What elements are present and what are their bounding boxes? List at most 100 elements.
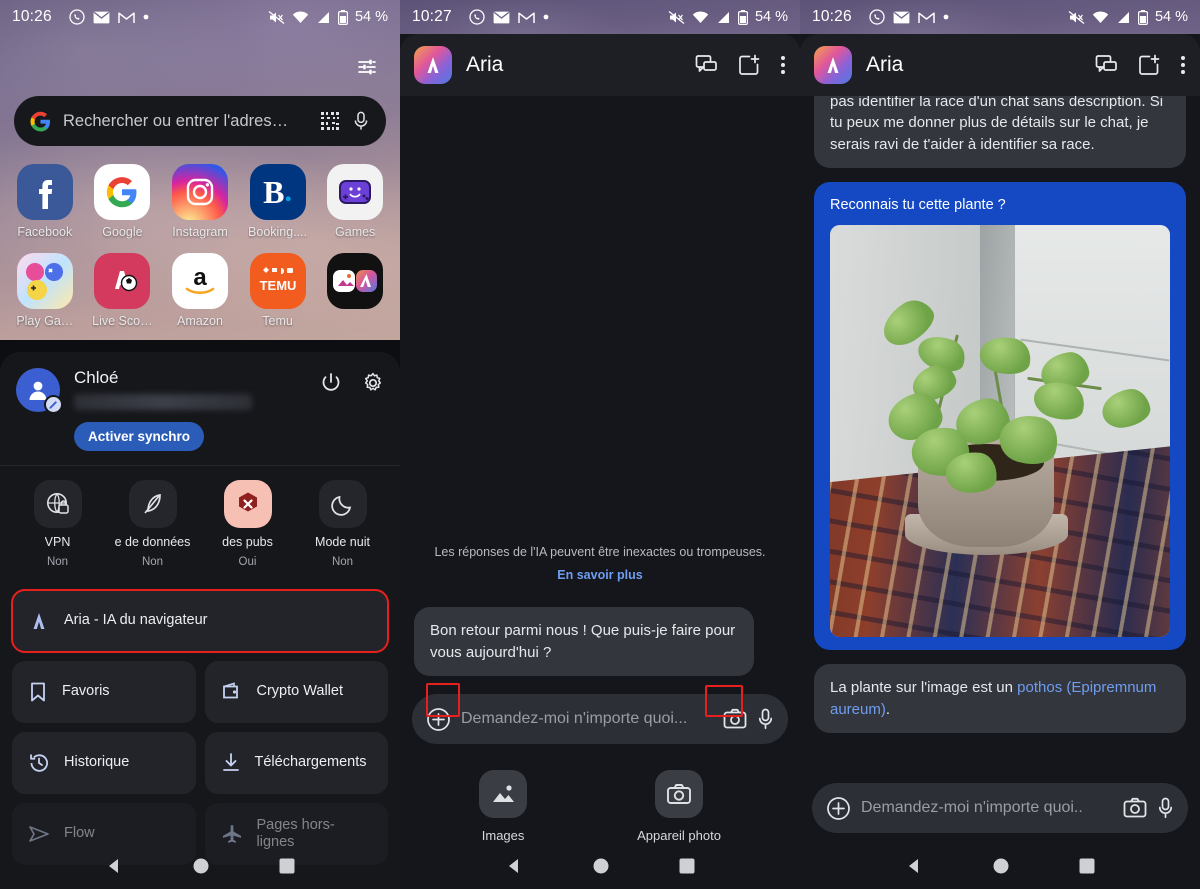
back-nav-icon[interactable]	[104, 856, 124, 876]
bookmark-icon	[28, 681, 48, 703]
new-chat-icon[interactable]	[738, 54, 760, 76]
menu-item-label: Historique	[64, 754, 130, 771]
app-label: Facebook	[17, 225, 73, 239]
camera-icon	[655, 770, 703, 818]
profile-section: Chloé Activer synchro	[0, 352, 400, 451]
menu-item-favorites[interactable]: Favoris	[12, 661, 196, 723]
camera-icon[interactable]	[723, 708, 747, 730]
ai-message-bubble-truncated: pas identifier la race d'un chat sans de…	[814, 96, 1186, 168]
recents-nav-icon[interactable]	[678, 857, 696, 875]
app-label: Games	[335, 225, 376, 239]
mute-icon	[1068, 10, 1085, 25]
app-booking[interactable]: B. Booking....	[239, 164, 317, 239]
camera-icon[interactable]	[1123, 797, 1147, 819]
aria-header-actions	[695, 54, 786, 76]
attachment-images[interactable]: Images	[479, 770, 528, 843]
ai-message-bubble: Bon retour parmi nous ! Que puis-je fair…	[414, 607, 754, 676]
search-bar[interactable]: Rechercher ou entrer l'adres…	[14, 96, 386, 146]
app-temu[interactable]: TEMU Temu	[239, 253, 317, 328]
more-options-icon[interactable]	[780, 54, 786, 76]
toggle-ad-blocker[interactable]: des pubs Oui	[200, 480, 295, 568]
edit-avatar-icon[interactable]	[44, 395, 63, 414]
qr-scan-icon[interactable]	[320, 111, 340, 131]
app-instagram[interactable]: Instagram	[161, 164, 239, 239]
composer-placeholder[interactable]: Demandez-moi n'importe quoi...	[461, 710, 713, 728]
app-facebook[interactable]: Facebook	[6, 164, 84, 239]
menu-item-aria[interactable]: Aria - IA du navigateur	[11, 589, 389, 653]
app-amazon[interactable]: a Amazon	[161, 253, 239, 328]
learn-more-link[interactable]: En savoir plus	[400, 568, 800, 582]
home-nav-icon[interactable]	[591, 856, 611, 876]
ai-disclaimer: Les réponses de l'IA peuvent être inexac…	[400, 545, 800, 582]
mute-icon	[268, 10, 285, 25]
android-nav-bar-panel1	[0, 843, 400, 889]
battery-icon	[737, 9, 748, 25]
battery-percent: 54 %	[754, 9, 788, 25]
microphone-icon[interactable]	[757, 708, 774, 730]
composer-placeholder[interactable]: Demandez-moi n'importe quoi..	[861, 799, 1113, 817]
toggle-label: VPN	[44, 535, 71, 549]
gmail-icon	[518, 11, 535, 24]
aria-window: Aria Les réponses de l'IA peuvent être i…	[400, 34, 800, 889]
attachment-options: Images Appareil photo	[400, 754, 800, 843]
facebook-icon	[16, 164, 73, 220]
recents-nav-icon[interactable]	[278, 857, 296, 875]
new-chat-icon[interactable]	[1138, 54, 1160, 76]
attachment-camera[interactable]: Appareil photo	[637, 770, 721, 843]
tune-icon[interactable]	[352, 52, 382, 82]
gmail-icon	[118, 11, 135, 24]
menu-grid: Aria - IA du navigateur Favoris Crypto W…	[0, 580, 400, 865]
composer-panel2[interactable]: Demandez-moi n'importe quoi...	[412, 694, 788, 744]
toggle-vpn[interactable]: VPN Non	[10, 480, 105, 568]
add-attachment-icon[interactable]	[826, 796, 851, 821]
gear-icon[interactable]	[362, 372, 384, 399]
plant-photo[interactable]	[830, 225, 1170, 638]
app-folder[interactable]	[316, 253, 394, 328]
flow-icon	[28, 824, 50, 844]
back-nav-icon[interactable]	[904, 856, 924, 876]
app-play-games[interactable]: Play Ga…	[6, 253, 84, 328]
recents-nav-icon[interactable]	[1078, 857, 1096, 875]
temu-icon: TEMU	[249, 253, 306, 309]
profile-email-blurred	[74, 394, 252, 410]
composer-panel3[interactable]: Demandez-moi n'importe quoi..	[812, 783, 1188, 833]
play-games-icon	[16, 253, 73, 309]
ai-answer-text: La plante sur l'image est un pothos (Epi…	[830, 679, 1157, 718]
notification-dot-icon	[143, 14, 149, 20]
download-icon	[221, 752, 241, 774]
app-google[interactable]: Google	[84, 164, 162, 239]
notification-dot-icon	[543, 14, 549, 20]
user-message-text: Reconnais tu cette plante ?	[830, 196, 1006, 213]
chat-history-icon[interactable]	[695, 54, 718, 76]
microphone-icon[interactable]	[352, 111, 370, 131]
chat-history-icon[interactable]	[1095, 54, 1118, 76]
panel-aria-plant-chat: 10:26 54 % Aria pas identifier la race d…	[800, 0, 1200, 889]
back-nav-icon[interactable]	[504, 856, 524, 876]
battery-icon	[1137, 9, 1148, 25]
menu-item-label: Favoris	[62, 683, 110, 700]
activate-sync-button[interactable]: Activer synchro	[74, 422, 205, 451]
power-icon[interactable]	[320, 372, 342, 399]
toggle-night-mode[interactable]: Mode nuit Non	[295, 480, 390, 568]
app-livescore[interactable]: Live Sco…	[84, 253, 162, 328]
home-nav-icon[interactable]	[191, 856, 211, 876]
svg-text:a: a	[193, 264, 207, 291]
menu-item-downloads[interactable]: Téléchargements	[204, 732, 388, 794]
toggle-data-saver[interactable]: e de données Non	[105, 480, 200, 568]
app-label: Instagram	[172, 225, 228, 239]
search-input-placeholder[interactable]: Rechercher ou entrer l'adres…	[63, 112, 308, 131]
add-attachment-icon[interactable]	[426, 707, 451, 732]
mail-icon	[893, 11, 910, 24]
app-games[interactable]: Games	[316, 164, 394, 239]
menu-item-label: Flow	[64, 825, 95, 842]
avatar[interactable]	[16, 368, 63, 414]
aria-header: Aria	[800, 34, 1200, 96]
home-nav-icon[interactable]	[991, 856, 1011, 876]
menu-item-crypto-wallet[interactable]: Crypto Wallet	[204, 661, 388, 723]
menu-item-history[interactable]: Historique	[12, 732, 196, 794]
menu-item-label: Crypto Wallet	[256, 683, 343, 700]
more-options-icon[interactable]	[1180, 54, 1186, 76]
app-row-1: Facebook Google Instagram B. Booking....…	[6, 164, 394, 239]
battery-percent: 54 %	[1154, 9, 1188, 25]
microphone-icon[interactable]	[1157, 797, 1174, 819]
